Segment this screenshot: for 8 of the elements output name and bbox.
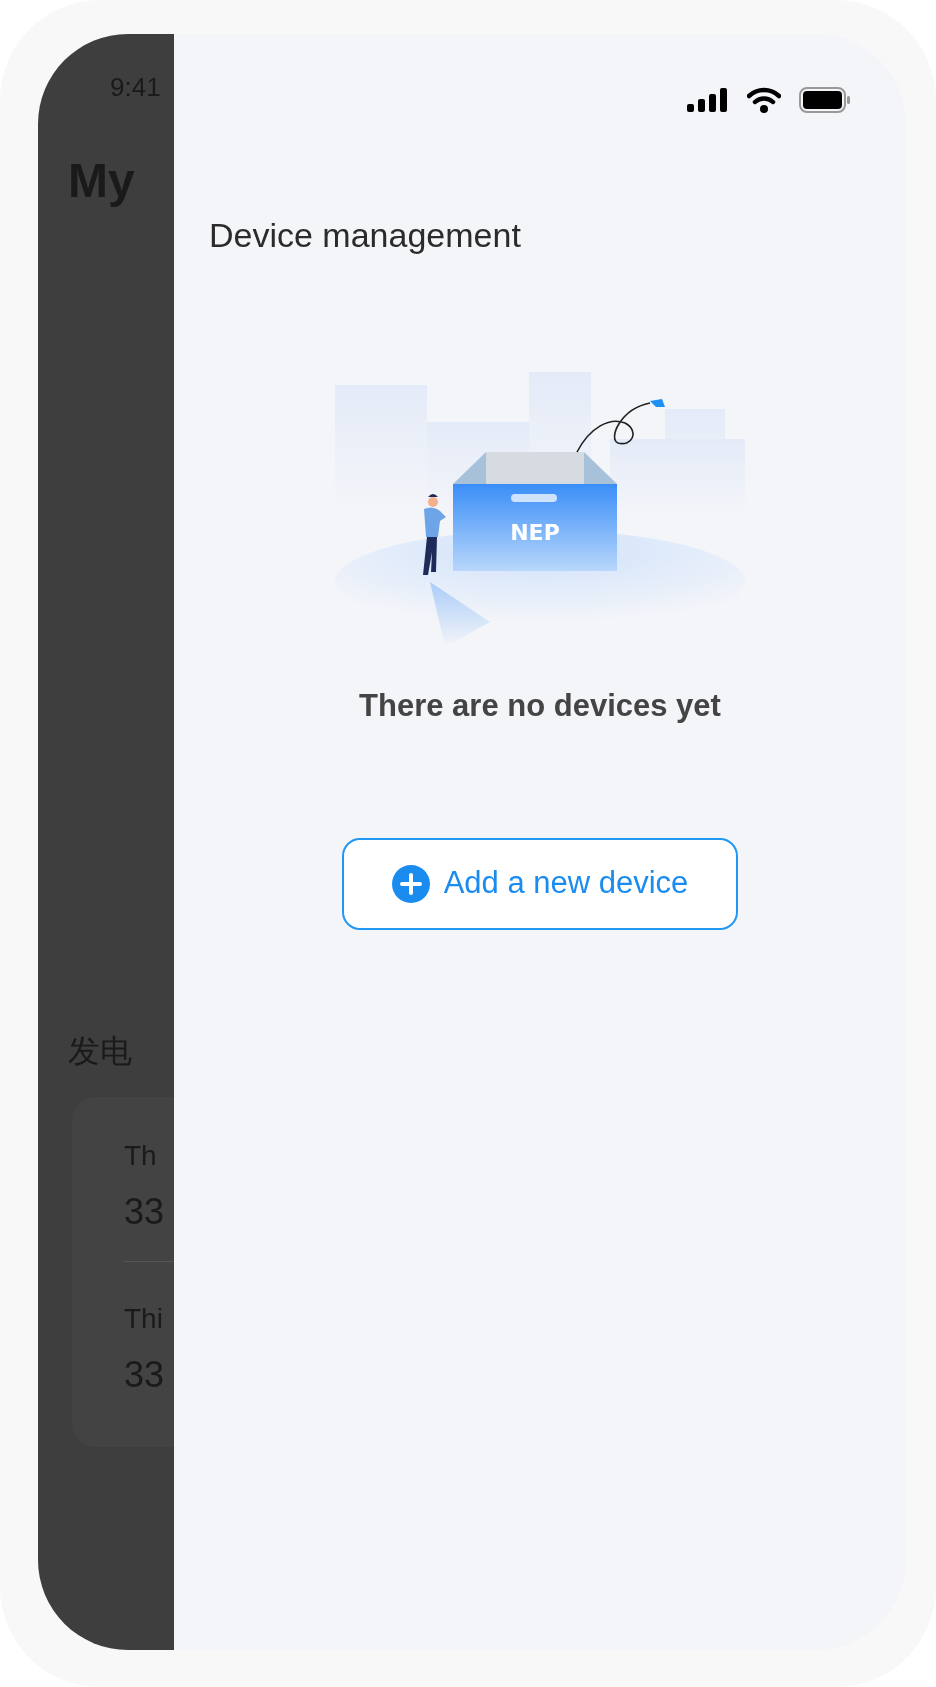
empty-message: There are no devices yet [359,687,721,725]
wifi-icon [747,87,781,113]
empty-box-illustration-drawing: NEP [320,347,760,677]
plus-icon [391,864,430,903]
drawer-title: Device management [209,215,521,256]
signal-icon [687,88,729,112]
add-device-button[interactable]: Add a new device [342,837,738,930]
battery-icon [799,87,851,113]
